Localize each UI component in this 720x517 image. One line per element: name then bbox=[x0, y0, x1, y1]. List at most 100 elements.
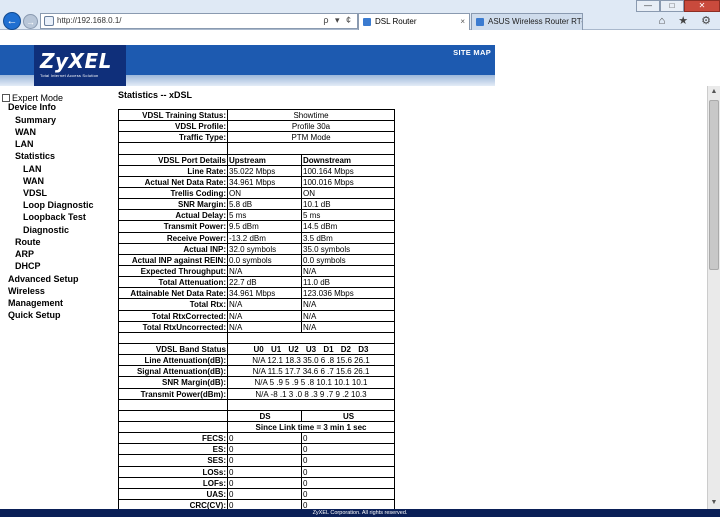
us-value: 0 bbox=[303, 467, 308, 477]
spacer-cell bbox=[119, 332, 228, 343]
scrollbar-thumb[interactable] bbox=[709, 100, 719, 270]
table-row: UAS: 0 0 bbox=[119, 488, 394, 500]
port-metric-label: SNR Margin: bbox=[119, 199, 228, 210]
back-arrow-icon: ← bbox=[6, 15, 18, 27]
downstream-value: 11.0 dB bbox=[303, 278, 330, 288]
sidebar-item-quick-setup[interactable]: Quick Setup bbox=[8, 310, 61, 320]
port-metric-label: Actual Net Data Rate: bbox=[119, 176, 228, 187]
ds-value: 0 bbox=[228, 433, 302, 444]
logo-subtitle: Total Internet Access Solution bbox=[40, 73, 99, 78]
sidebar-item-wan[interactable]: WAN bbox=[15, 127, 36, 137]
training-status-label: VDSL Training Status: bbox=[119, 110, 228, 121]
sidebar-item-diagnostic[interactable]: Diagnostic bbox=[23, 225, 69, 235]
zyxel-logo: ZyXEL Total Internet Access Solution bbox=[34, 45, 126, 86]
table-row: Expected Throughput: N/A N/A bbox=[119, 265, 394, 278]
tab-dsl-router[interactable]: DSL Router × bbox=[358, 13, 470, 30]
sidebar-item-management[interactable]: Management bbox=[8, 298, 63, 308]
table-row: Total RtxUncorrected: N/A N/A bbox=[119, 321, 394, 333]
address-bar[interactable]: http://192.168.0.1/ ρ ▾ ¢ bbox=[40, 13, 358, 29]
table-row: Traffic Type: PTM Mode bbox=[119, 132, 394, 144]
upstream-value: ON bbox=[228, 187, 302, 199]
table-row: Receive Power: -13.2 dBm 3.5 dBm bbox=[119, 232, 394, 244]
upstream-value: -13.2 dBm bbox=[228, 232, 302, 243]
sidebar-item-wireless[interactable]: Wireless bbox=[8, 286, 45, 296]
banner: ZyXEL Total Internet Access Solution SIT… bbox=[0, 31, 495, 86]
port-metric-label: Expected Throughput: bbox=[119, 265, 228, 277]
sidebar-item-loopback-test[interactable]: Loopback Test bbox=[23, 212, 86, 222]
ds-header: DS bbox=[228, 410, 302, 421]
expert-mode-checkbox[interactable] bbox=[2, 94, 10, 102]
scroll-down-icon[interactable]: ▼ bbox=[708, 497, 720, 509]
sidebar-item-statistics[interactable]: Statistics bbox=[15, 151, 55, 161]
sidebar-item-device-info[interactable]: Device Info bbox=[8, 102, 56, 112]
ds-value: 0 bbox=[228, 499, 302, 509]
tab-asus-router[interactable]: ASUS Wireless Router RT-AC... bbox=[471, 13, 583, 30]
downstream-value: 10.1 dB bbox=[303, 200, 331, 210]
us-value: 0 bbox=[303, 500, 308, 509]
band-metric-label: Signal Attenuation(dB): bbox=[119, 366, 228, 377]
spacer-row bbox=[119, 332, 394, 344]
sidebar-item-arp[interactable]: ARP bbox=[15, 249, 34, 259]
browser-command-icons[interactable]: ⌂ ★ ⚙ bbox=[659, 14, 716, 27]
scroll-up-icon[interactable]: ▲ bbox=[708, 86, 720, 98]
sidebar-item-dhcp[interactable]: DHCP bbox=[15, 261, 41, 271]
banner-top bbox=[0, 31, 495, 45]
sidebar-item-stats-lan[interactable]: LAN bbox=[23, 164, 42, 174]
downstream-value: 3.5 dBm bbox=[303, 233, 333, 243]
table-row: Actual Net Data Rate: 34.961 Mbps 100.016 … bbox=[119, 176, 394, 188]
site-map-link[interactable]: SITE MAP bbox=[453, 48, 491, 57]
minimize-button[interactable]: — bbox=[636, 0, 660, 12]
tab-close-icon[interactable]: × bbox=[460, 14, 465, 29]
table-row: LOFs: 0 0 bbox=[119, 477, 394, 489]
table-row: CRC(CV): 0 0 bbox=[119, 499, 394, 509]
browser-chrome: — □ ✕ ← → http://192.168.0.1/ ρ ▾ ¢ DSL … bbox=[0, 0, 720, 30]
xdsl-statistics-table: VDSL Training Status: Showtime VDSL Prof… bbox=[118, 109, 395, 509]
since-link-spacer bbox=[119, 421, 228, 433]
table-row: Total Rtx: N/A N/A bbox=[119, 299, 394, 311]
band-metric-label: Line Attenuation(dB): bbox=[119, 355, 228, 366]
counter-label: FECS: bbox=[119, 433, 228, 444]
port-metric-label: Actual Delay: bbox=[119, 210, 228, 221]
sidebar-item-stats-wan[interactable]: WAN bbox=[23, 176, 44, 186]
sidebar-item-route[interactable]: Route bbox=[15, 237, 41, 247]
table-row: Transmit Power(dBm): N/A -8 .1 3 .0 8 .3 … bbox=[119, 388, 394, 400]
spacer-cell bbox=[228, 143, 394, 153]
upstream-value: N/A bbox=[228, 321, 302, 332]
forward-button[interactable]: → bbox=[23, 14, 38, 29]
downstream-value: N/A bbox=[303, 300, 317, 310]
vertical-scrollbar[interactable]: ▲ ▼ bbox=[707, 86, 720, 509]
table-row: Trellis Coding: ON ON bbox=[119, 187, 394, 200]
close-window-button[interactable]: ✕ bbox=[684, 0, 720, 12]
table-row: VDSL Profile: Profile 30a bbox=[119, 121, 394, 133]
spacer-row bbox=[119, 143, 394, 155]
logo-text: ZyXEL bbox=[40, 49, 112, 73]
address-url[interactable]: http://192.168.0.1/ bbox=[57, 16, 122, 25]
downstream-value: 35.0 symbols bbox=[303, 244, 351, 254]
band-values: N/A 12.1 18.3 35.0 6 .8 15.6 26.1 bbox=[252, 356, 370, 366]
band-status-header: VDSL Band Status bbox=[119, 343, 228, 355]
spacer-cell bbox=[228, 400, 394, 410]
ds-value: 0 bbox=[228, 444, 302, 455]
maximize-button[interactable]: □ bbox=[660, 0, 684, 12]
profile-value: Profile 30a bbox=[291, 122, 331, 132]
profile-label: VDSL Profile: bbox=[119, 121, 228, 132]
sidebar-item-lan[interactable]: LAN bbox=[15, 139, 34, 149]
window-controls: — □ ✕ bbox=[636, 0, 720, 12]
upstream-value: 0.0 symbols bbox=[228, 254, 302, 265]
upstream-header: Upstream bbox=[228, 154, 302, 165]
port-metric-label: Attainable Net Data Rate: bbox=[119, 288, 228, 299]
sidebar-item-summary[interactable]: Summary bbox=[15, 115, 56, 125]
tab-label: DSL Router bbox=[375, 17, 417, 26]
downstream-header: Downstream bbox=[303, 155, 352, 165]
sidebar-item-loop-diagnostic[interactable]: Loop Diagnostic bbox=[23, 200, 94, 210]
sidebar-item-vdsl[interactable]: VDSL bbox=[23, 188, 47, 198]
back-button[interactable]: ← bbox=[3, 12, 21, 30]
traffic-type-label: Traffic Type: bbox=[119, 132, 228, 143]
downstream-value: 100.016 Mbps bbox=[303, 177, 354, 187]
port-metric-label: Receive Power: bbox=[119, 232, 228, 243]
address-search-icon[interactable]: ρ ▾ ¢ bbox=[323, 15, 353, 26]
sidebar-item-advanced-setup[interactable]: Advanced Setup bbox=[8, 274, 79, 284]
since-link-time: Since Link time = 3 min 1 sec bbox=[255, 422, 367, 432]
spacer-row bbox=[119, 399, 394, 411]
port-metric-label: Actual INP: bbox=[119, 243, 228, 254]
